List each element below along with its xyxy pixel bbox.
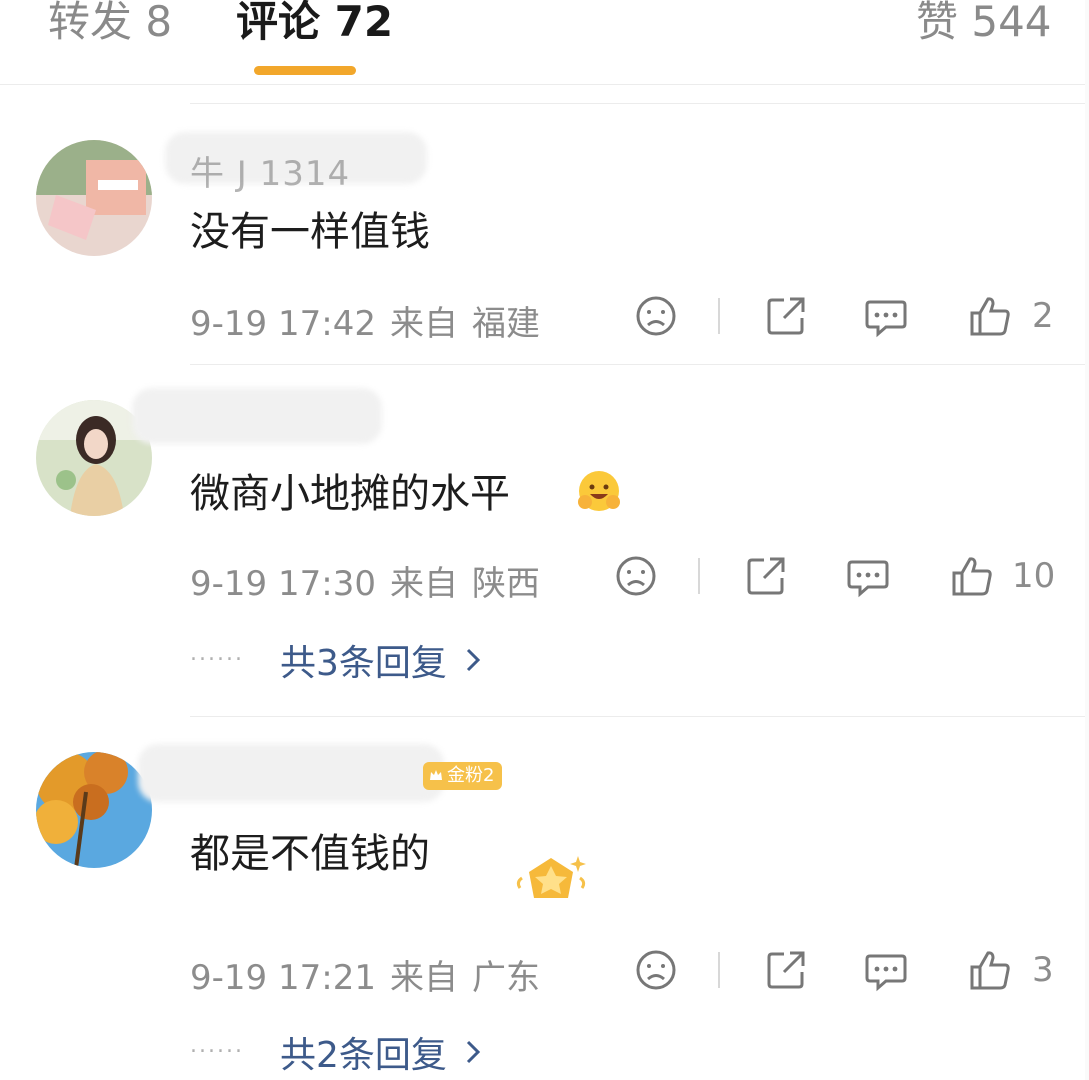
tab-comments[interactable]: 评论 72	[236, 0, 393, 46]
comment-time: 9-19 17:21	[190, 958, 376, 998]
chevron-right-icon	[466, 648, 480, 672]
tab-reposts[interactable]: 转发 8	[48, 0, 172, 46]
sad-face-icon[interactable]	[634, 294, 678, 338]
from-label: 来自	[389, 304, 458, 344]
hugging-face-emoji	[578, 471, 620, 511]
divider	[190, 716, 1089, 717]
comment-text: 没有一样值钱	[190, 209, 430, 255]
tab-likes[interactable]: 赞 544	[916, 0, 1052, 46]
thumbs-up-icon[interactable]	[968, 948, 1012, 992]
avatar[interactable]	[36, 752, 152, 868]
comment-text: 都是不值钱的	[190, 831, 430, 877]
thumbs-up-icon[interactable]	[950, 554, 994, 598]
divider	[190, 103, 1089, 104]
comment-region: 广东	[471, 958, 540, 998]
avatar[interactable]	[36, 140, 152, 256]
comment-meta: 9-19 17:21 来自 广东	[190, 950, 554, 999]
like-count: 10	[1012, 556, 1056, 596]
ellipsis-icon: ······	[190, 1039, 244, 1065]
divider	[718, 298, 720, 334]
comment-bubble-icon[interactable]	[864, 948, 908, 992]
comment-bubble-icon[interactable]	[864, 294, 908, 338]
fan-badge-label: 金粉2	[447, 765, 495, 786]
view-replies-link[interactable]: 共2条回复	[280, 1035, 447, 1076]
scrollbar[interactable]	[1085, 0, 1089, 1080]
from-label: 来自	[389, 564, 458, 604]
divider	[190, 364, 1089, 365]
share-icon[interactable]	[744, 554, 788, 598]
comment-region: 陕西	[471, 564, 540, 604]
divider	[718, 952, 720, 988]
share-icon[interactable]	[764, 948, 808, 992]
comment-time: 9-19 17:30	[190, 564, 376, 604]
crown-icon	[430, 770, 442, 780]
view-replies-row[interactable]: ······ 共3条回复	[190, 634, 481, 686]
tab-bar: 转发 8 评论 72 赞 544	[0, 0, 1089, 85]
like-count: 2	[1032, 296, 1054, 336]
thumbs-up-icon[interactable]	[968, 294, 1012, 338]
comment-meta: 9-19 17:42 来自 福建	[190, 296, 554, 345]
username-blurred[interactable]	[132, 388, 382, 444]
ellipsis-icon: ······	[190, 647, 244, 673]
username-blurred[interactable]	[138, 744, 444, 802]
view-replies-link[interactable]: 共3条回复	[280, 643, 447, 684]
comment-bubble-icon[interactable]	[846, 554, 890, 598]
comment-text-row: 微商小地摊的水平	[190, 470, 510, 518]
star-decoration-icon	[516, 856, 586, 898]
username-fragment: 牛 J 1314	[190, 154, 351, 194]
comment-region: 福建	[471, 304, 540, 344]
comment-meta: 9-19 17:30 来自 陕西	[190, 556, 554, 605]
comment-time: 9-19 17:42	[190, 304, 376, 344]
comment-text: 微商小地摊的水平	[190, 471, 510, 517]
sad-face-icon[interactable]	[634, 948, 678, 992]
sad-face-icon[interactable]	[614, 554, 658, 598]
active-tab-indicator	[254, 66, 356, 75]
share-icon[interactable]	[764, 294, 808, 338]
divider	[698, 558, 700, 594]
fan-badge: 金粉2	[423, 762, 503, 790]
view-replies-row[interactable]: ······ 共2条回复	[190, 1026, 481, 1078]
from-label: 来自	[389, 958, 458, 998]
like-count: 3	[1032, 950, 1054, 990]
chevron-right-icon	[466, 1040, 480, 1064]
